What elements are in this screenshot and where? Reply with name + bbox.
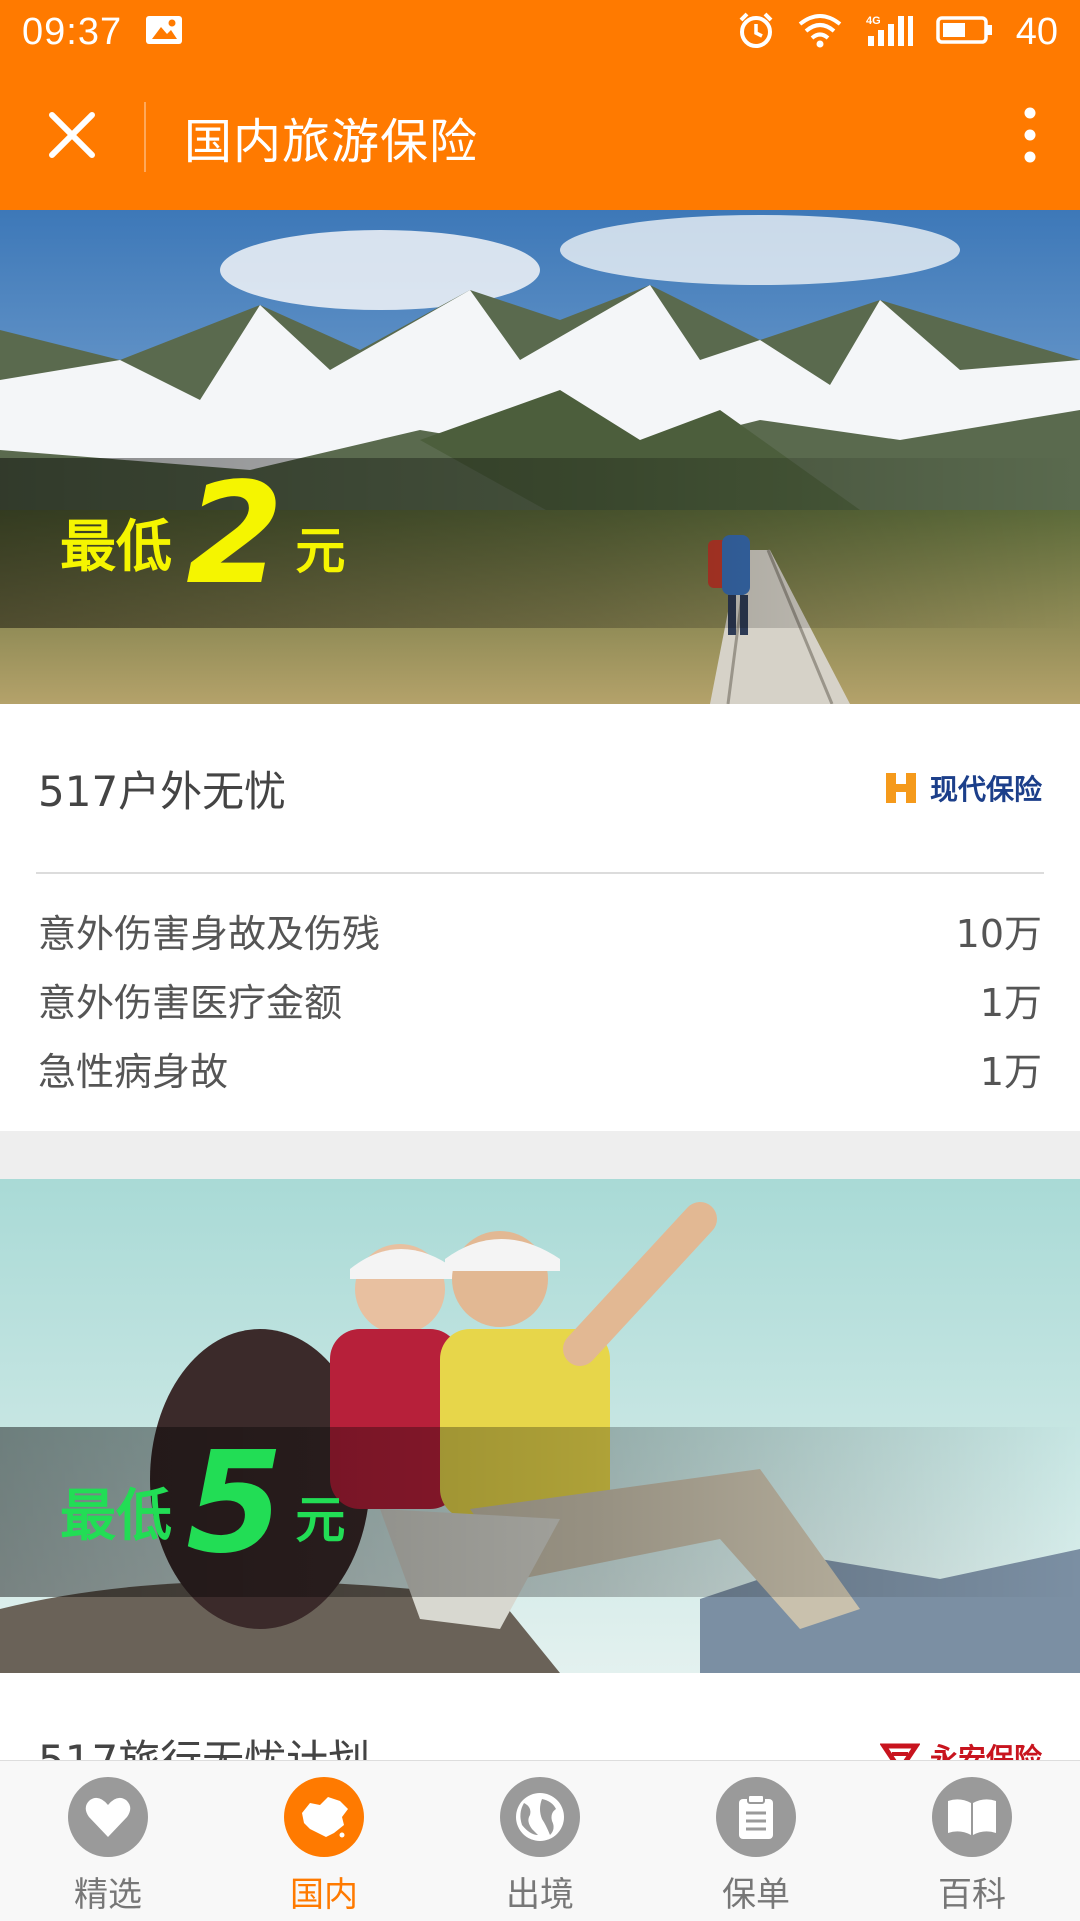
coverage-row: 意外伤害身故及伤残 10万 [38,896,1042,965]
close-icon [46,109,98,165]
book-icon [932,1777,1012,1857]
product-banner[interactable]: 最低 5 元 [0,1179,1080,1673]
coverage-amount: 1万 [979,981,1042,1025]
status-bar: 09:37 4G 40 [0,0,1080,64]
price-unit: 元 [295,522,346,580]
tab-label: 百科 [938,1875,1006,1915]
close-button[interactable] [0,64,144,210]
app-bar: 国内旅游保险 [0,64,1080,210]
hiking-couple-image [0,1179,1080,1673]
yongan-logo-icon [879,1743,920,1760]
more-vertical-icon [1023,105,1037,169]
tab-featured[interactable]: 精选 [0,1761,216,1921]
heart-icon [68,1777,148,1857]
wifi-icon [798,12,842,53]
price-value: 2 [186,453,284,616]
insurer-name: 现代保险 [929,773,1042,806]
tab-label: 保单 [722,1875,790,1915]
price-value: 5 [186,1422,284,1585]
battery-percent: 40 [1015,10,1058,53]
network-type-label: 4G [866,15,881,27]
bottom-tab-bar: 精选 国内 出境 保单 百科 [0,1760,1080,1921]
tab-overseas[interactable]: 出境 [432,1761,648,1921]
cellular-4g-icon: 4G [864,12,914,53]
product-list[interactable]: 最低 2 元 517户外无忧 现代保险 意外伤害身故及伤残 10万 意外伤害医疗… [0,210,1080,1760]
coverage-row: 意外伤害医疗金额 1万 [38,965,1042,1034]
product-card[interactable]: 517户外无忧 现代保险 意外伤害身故及伤残 10万 意外伤害医疗金额 1万 急… [0,704,1080,1131]
tab-label: 出境 [506,1875,574,1915]
coverage-amount: 10万 [955,912,1042,956]
price-tag: 最低 2 元 [60,465,345,605]
china-map-icon [284,1777,364,1857]
coverage-amount: 1万 [979,1050,1042,1094]
price-prefix: 最低 [60,1484,172,1549]
more-options-button[interactable] [980,64,1080,210]
coverage-label: 意外伤害医疗金额 [38,981,343,1025]
price-prefix: 最低 [60,515,172,580]
product-name: 517旅行无忧计划 [38,1735,371,1761]
coverage-label: 意外伤害身故及伤残 [38,912,381,956]
coverage-label: 急性病身故 [38,1050,229,1094]
product-header: 517旅行无忧计划 永安保险 [0,1673,1080,1760]
clipboard-icon [716,1777,796,1857]
price-unit: 元 [295,1491,346,1549]
tab-policies[interactable]: 保单 [648,1761,864,1921]
price-tag: 最低 5 元 [60,1434,345,1574]
battery-icon [935,15,994,50]
insurer-name: 永安保险 [929,1742,1042,1760]
insurer-logo: 永安保险 [879,1737,1042,1760]
page-title: 国内旅游保险 [184,114,479,170]
tab-label: 国内 [290,1875,358,1915]
mountain-hike-image [0,210,1080,704]
alarm-icon [736,10,776,55]
section-gap [0,1131,1080,1179]
product-card[interactable]: 517旅行无忧计划 永安保险 [0,1673,1080,1760]
tab-label: 精选 [74,1875,142,1915]
tab-domestic[interactable]: 国内 [216,1761,432,1921]
coverage-list: 意外伤害身故及伤残 10万 意外伤害医疗金额 1万 急性病身故 1万 [0,874,1080,1131]
product-name: 517户外无忧 [38,766,287,816]
coverage-row: 急性病身故 1万 [38,1034,1042,1103]
app-bar-divider [144,102,146,172]
product-banner[interactable]: 最低 2 元 [0,210,1080,704]
globe-icon [500,1777,580,1857]
hyundai-logo-icon [885,773,916,803]
insurer-logo: 现代保险 [884,768,1042,808]
tab-encyclopedia[interactable]: 百科 [864,1761,1080,1921]
status-time: 09:37 [22,10,123,53]
image-notification-icon [144,13,184,52]
product-header: 517户外无忧 现代保险 [0,704,1080,872]
